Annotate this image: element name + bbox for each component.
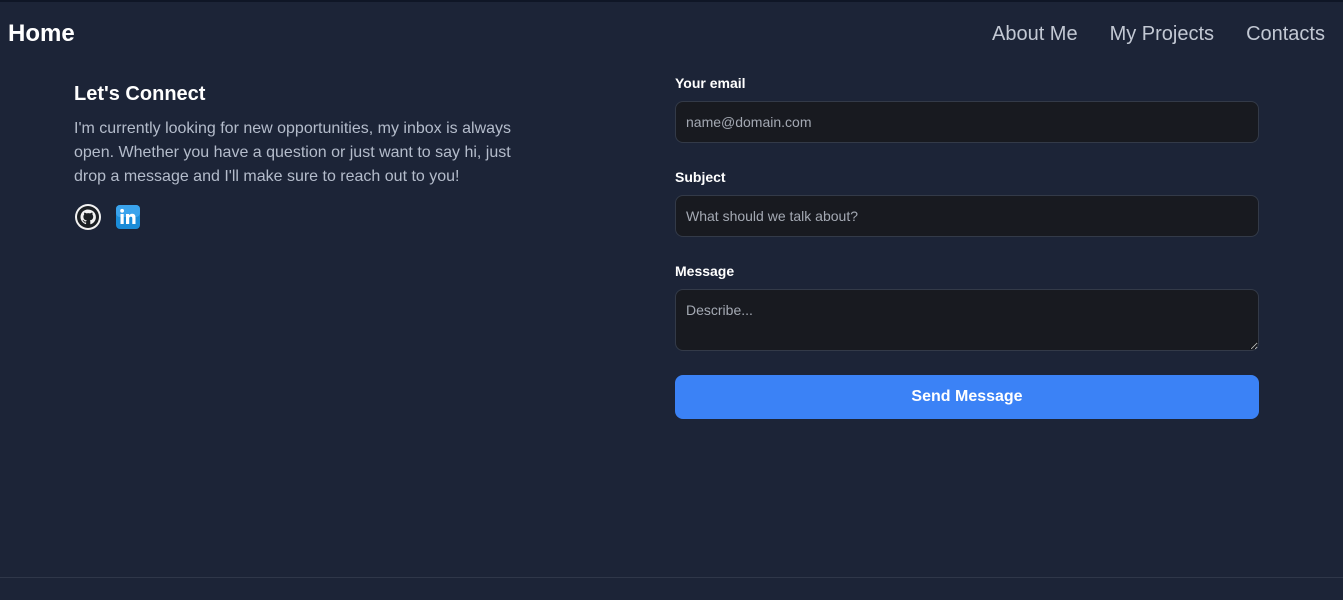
social-links	[74, 203, 524, 231]
subject-label: Subject	[675, 169, 726, 185]
message-label: Message	[675, 263, 735, 279]
connect-description: I'm currently looking for new opportunit…	[74, 120, 512, 185]
connect-section: Let's Connect I'm currently looking for …	[74, 82, 524, 231]
top-navigation: About Me My Projects Contacts	[992, 22, 1325, 46]
email-field[interactable]	[675, 101, 1259, 143]
email-label: Your email	[675, 75, 746, 91]
contact-page: Home About Me My Projects Contacts Let's…	[0, 0, 1343, 600]
send-message-button[interactable]: Send Message	[675, 375, 1259, 419]
linkedin-icon[interactable]	[114, 203, 142, 231]
nav-contacts-link[interactable]: Contacts	[1246, 22, 1325, 46]
contact-form: Your email Subject Message Send Message	[675, 74, 1259, 419]
github-icon[interactable]	[74, 203, 102, 231]
nav-about-me-link[interactable]: About Me	[992, 22, 1078, 46]
connect-title: Let's Connect	[74, 83, 206, 105]
nav-home-link[interactable]: Home	[8, 20, 75, 48]
nav-my-projects-link[interactable]: My Projects	[1110, 22, 1214, 46]
subject-field[interactable]	[675, 195, 1259, 237]
footer-divider	[0, 577, 1343, 578]
message-textarea[interactable]	[675, 289, 1259, 351]
